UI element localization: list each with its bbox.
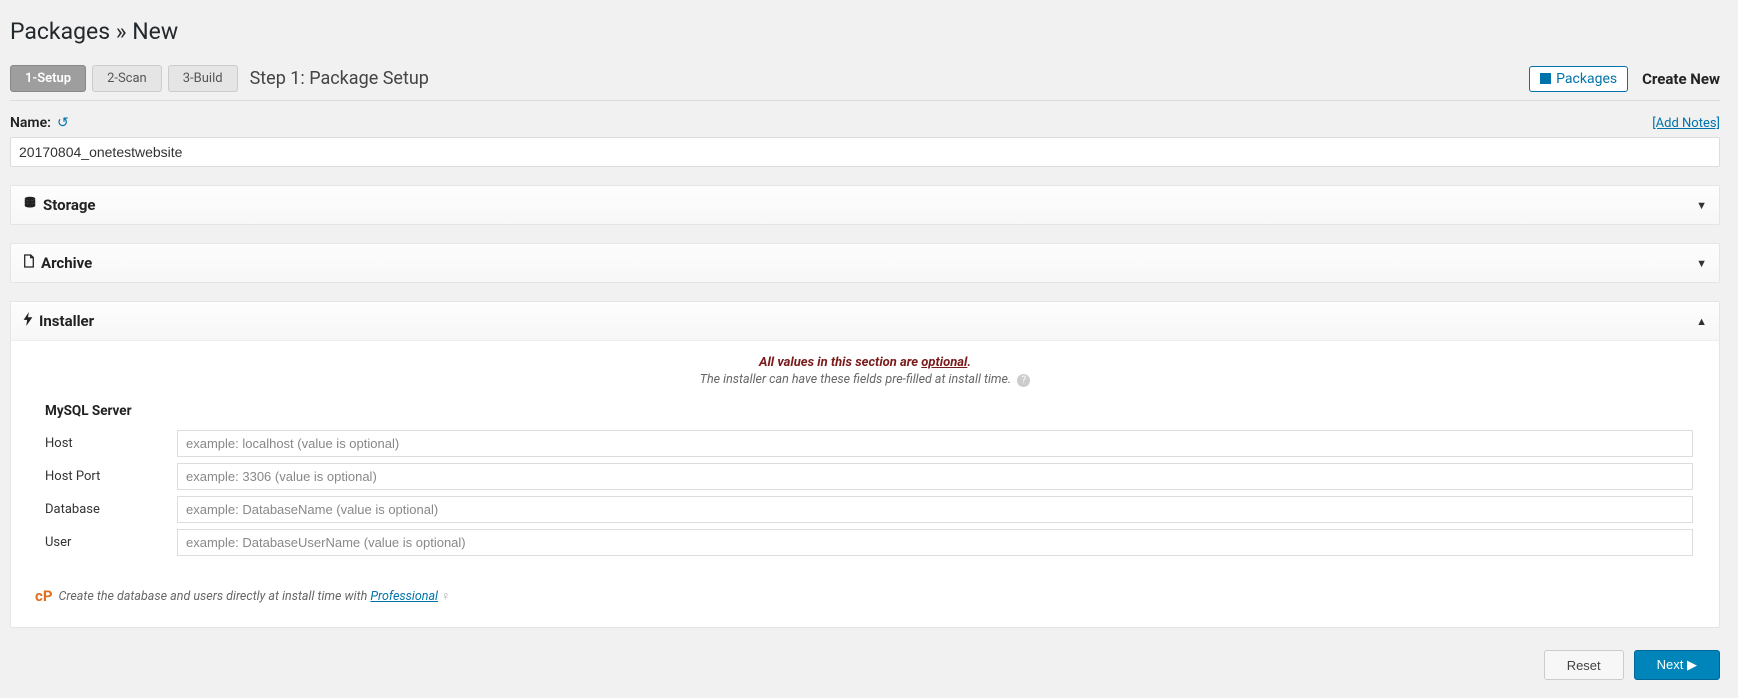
host-label: Host xyxy=(31,427,171,460)
bottom-actions: Reset Next ▶ xyxy=(10,650,1720,680)
host-port-input[interactable] xyxy=(177,463,1693,490)
storage-panel: Storage ▼ xyxy=(10,185,1720,225)
chevron-down-icon: ▼ xyxy=(1696,199,1707,212)
database-label: Database xyxy=(31,493,171,526)
file-icon xyxy=(23,254,35,272)
package-name-input[interactable] xyxy=(10,137,1720,167)
installer-panel-title: Installer xyxy=(39,312,94,330)
host-port-label: Host Port xyxy=(31,460,171,493)
create-new-label: Create New xyxy=(1642,70,1720,88)
footer-text: Create the database and users directly a… xyxy=(58,589,370,604)
packages-button-label: Packages xyxy=(1556,71,1617,87)
notice-suffix: . xyxy=(967,355,971,370)
step-tab-build[interactable]: 3-Build xyxy=(168,65,238,92)
name-label: Name: xyxy=(10,115,51,131)
table-row: Host xyxy=(31,427,1699,460)
notice-optional: optional xyxy=(921,355,967,370)
installer-panel-header[interactable]: Installer ▲ xyxy=(11,302,1719,341)
installer-panel-body: All values in this section are optional.… xyxy=(11,341,1719,627)
reset-button[interactable]: Reset xyxy=(1544,650,1624,680)
mysql-section-title: MySQL Server xyxy=(45,403,1699,419)
step-tab-scan[interactable]: 2-Scan xyxy=(92,65,162,92)
packages-icon xyxy=(1540,73,1551,84)
chevron-up-icon: ▲ xyxy=(1696,315,1707,328)
mysql-form-table: Host Host Port Database User xyxy=(31,427,1699,559)
step-tab-setup[interactable]: 1-Setup xyxy=(10,65,86,92)
host-input[interactable] xyxy=(177,430,1693,457)
professional-link[interactable]: Professional xyxy=(370,589,438,604)
archive-panel-header[interactable]: Archive ▼ xyxy=(11,244,1719,282)
table-row: Database xyxy=(31,493,1699,526)
chevron-down-icon: ▼ xyxy=(1696,257,1707,270)
installer-panel: Installer ▲ All values in this section a… xyxy=(10,301,1720,628)
archive-panel: Archive ▼ xyxy=(10,243,1720,283)
installer-footer-note: cP Create the database and users directl… xyxy=(31,587,1699,605)
user-input[interactable] xyxy=(177,529,1693,556)
step-toolbar: 1-Setup 2-Scan 3-Build Step 1: Package S… xyxy=(10,65,1720,101)
lightbulb-icon: ♀ xyxy=(441,589,450,604)
help-icon[interactable]: ? xyxy=(1017,374,1030,387)
storage-panel-title: Storage xyxy=(43,196,96,214)
table-row: User xyxy=(31,526,1699,559)
page-title: Packages » New xyxy=(10,0,1720,65)
database-icon xyxy=(23,196,37,214)
add-notes-link[interactable]: [Add Notes] xyxy=(1652,116,1720,131)
step-title: Step 1: Package Setup xyxy=(250,68,429,89)
storage-panel-header[interactable]: Storage ▼ xyxy=(11,186,1719,224)
refresh-icon[interactable]: ↺ xyxy=(57,115,69,131)
cpanel-icon: cP xyxy=(35,587,52,605)
database-input[interactable] xyxy=(177,496,1693,523)
next-button[interactable]: Next ▶ xyxy=(1634,650,1720,680)
notice-prefix: All values in this section are xyxy=(759,355,921,370)
packages-button[interactable]: Packages xyxy=(1529,66,1628,92)
installer-notice: All values in this section are optional.… xyxy=(31,355,1699,387)
bolt-icon xyxy=(23,312,33,330)
archive-panel-title: Archive xyxy=(41,254,92,272)
table-row: Host Port xyxy=(31,460,1699,493)
user-label: User xyxy=(31,526,171,559)
notice-sub: The installer can have these fields pre-… xyxy=(700,372,1011,387)
